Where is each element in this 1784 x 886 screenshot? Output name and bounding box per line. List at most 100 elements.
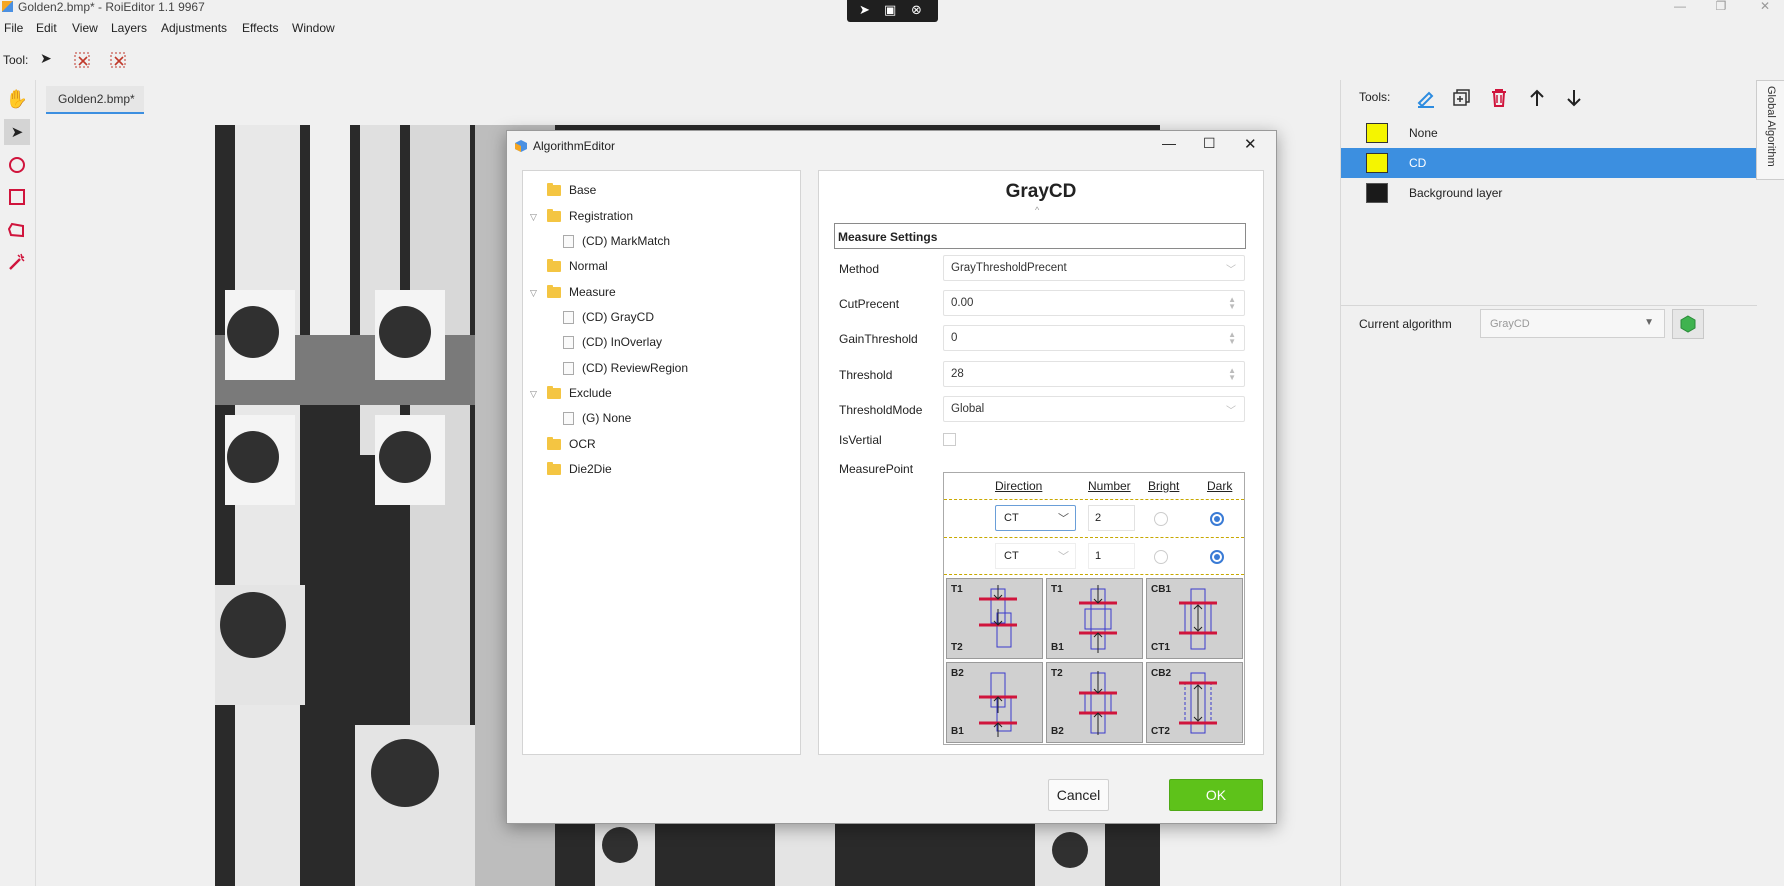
measure-preset-cb2-ct2[interactable]: CB2 CT2 (1146, 662, 1243, 743)
tree-node-normal[interactable]: Normal (547, 256, 608, 276)
tree-node-reviewregion[interactable]: (CD) ReviewRegion (563, 358, 688, 378)
app-icon (2, 1, 13, 12)
number-spinbox[interactable]: 1 (1088, 543, 1135, 569)
app-icon (515, 140, 527, 152)
tree-node-label: (CD) InOverlay (582, 335, 663, 349)
menu-adjustments[interactable]: Adjustments (161, 21, 227, 35)
folder-icon (547, 284, 561, 298)
polygon-tool-icon[interactable] (4, 217, 30, 243)
send-icon[interactable]: ➤ (859, 2, 870, 18)
close-dialog-icon[interactable]: ✕ (1244, 135, 1257, 153)
preset-bottom-label: B2 (1051, 726, 1064, 737)
delete-icon[interactable] (1489, 88, 1509, 108)
cutprecent-spinbox[interactable]: 0.00 ▲ ▼ (943, 290, 1245, 316)
algorithm-title: GrayCD (1005, 181, 1077, 202)
dark-radio[interactable] (1210, 512, 1224, 526)
direction-select[interactable]: CT ﹀ (995, 543, 1076, 569)
restore-icon[interactable]: ❐ (1706, 0, 1736, 14)
algorithm-apply-button[interactable] (1672, 309, 1704, 339)
cancel-button[interactable]: Cancel (1048, 779, 1109, 811)
layer-row-cd[interactable]: CD (1341, 148, 1757, 178)
layer-row-background[interactable]: Background layer (1341, 178, 1757, 208)
layer-row-none[interactable]: None (1341, 118, 1757, 148)
menu-layers[interactable]: Layers (111, 21, 147, 35)
tree-node-measure[interactable]: Measure (547, 282, 616, 302)
dark-radio[interactable] (1210, 550, 1224, 564)
maximize-icon[interactable]: ☐ (1203, 135, 1216, 152)
close-window-icon[interactable]: ✕ (1750, 0, 1780, 14)
ellipse-tool-icon[interactable] (4, 152, 30, 178)
expand-caret-icon[interactable]: ▽ (530, 288, 537, 299)
move-up-icon[interactable] (1527, 88, 1547, 108)
divider (1341, 305, 1757, 306)
algorithm-tree: Base ▽ Registration (CD) MarkMatch Norma… (522, 170, 801, 755)
tree-node-base[interactable]: Base (547, 180, 596, 200)
bright-radio[interactable] (1154, 550, 1168, 564)
screen-icon[interactable]: ▣ (884, 2, 896, 18)
tree-node-inoverlay[interactable]: (CD) InOverlay (563, 332, 662, 352)
tool-options-bar: Tool: ➤ (0, 44, 1784, 76)
tree-node-exclude[interactable]: Exclude (547, 383, 612, 403)
move-down-icon[interactable] (1564, 88, 1584, 108)
chevron-down-icon: ﹀ (1226, 265, 1236, 276)
expand-caret-icon[interactable]: ▽ (530, 389, 537, 400)
global-algorithm-side-tab[interactable]: Global Algorithm (1756, 80, 1784, 180)
tree-node-markmatch[interactable]: (CD) MarkMatch (563, 231, 670, 251)
method-value: GrayThresholdPrecent (951, 262, 1067, 274)
collapse-caret-icon[interactable]: ^ (1035, 205, 1039, 215)
menu-bar: File Edit View Layers Adjustments Effect… (0, 18, 1784, 40)
clear-selection-icon[interactable] (74, 52, 92, 70)
add-layer-icon[interactable] (1452, 88, 1472, 108)
spinner-icon[interactable]: ▲ ▼ (1228, 367, 1236, 382)
method-select[interactable]: GrayThresholdPrecent ﹀ (943, 255, 1245, 281)
tree-node-die2die[interactable]: Die2Die (547, 459, 612, 479)
menu-effects[interactable]: Effects (242, 21, 278, 35)
document-tab[interactable]: Golden2.bmp* (46, 86, 144, 114)
tree-node-registration[interactable]: Registration (547, 206, 633, 226)
minimize-icon[interactable]: — (1665, 0, 1695, 14)
gainthreshold-spinbox[interactable]: 0 ▲ ▼ (943, 325, 1245, 351)
measure-preset-cb1-ct1[interactable]: CB1 CT1 (1146, 578, 1243, 659)
tree-node-label: (CD) GrayCD (582, 310, 654, 324)
tree-node-g-none[interactable]: (G) None (563, 408, 631, 428)
direction-value: CT (1004, 550, 1019, 562)
hand-icon[interactable]: ✋ (4, 86, 30, 112)
menu-file[interactable]: File (4, 21, 23, 35)
layer-swatch (1366, 153, 1388, 173)
delete-selection-icon[interactable] (110, 52, 128, 70)
magic-wand-icon[interactable] (4, 249, 30, 275)
col-direction: Direction (995, 479, 1043, 493)
menu-view[interactable]: View (72, 21, 98, 35)
rectangle-tool-icon[interactable] (4, 184, 30, 210)
spinner-icon[interactable]: ▲ ▼ (1228, 296, 1236, 311)
spinner-icon[interactable]: ▲ ▼ (1228, 331, 1236, 346)
edit-icon[interactable] (1416, 88, 1436, 108)
menu-window[interactable]: Window (292, 21, 335, 35)
tree-node-graycd[interactable]: (CD) GrayCD (563, 307, 654, 327)
thresholdmode-select[interactable]: Global ﹀ (943, 396, 1245, 422)
measure-preset-t1-t2[interactable]: T1 T2 (946, 578, 1043, 659)
folder-icon (547, 461, 561, 475)
measure-preset-t1-b1[interactable]: T1 B1 (1046, 578, 1143, 659)
chevron-down-icon: ﹀ (1058, 551, 1069, 563)
direction-select[interactable]: CT ﹀ (995, 505, 1076, 531)
number-spinbox[interactable]: 2 (1088, 505, 1135, 531)
tree-node-ocr[interactable]: OCR (547, 434, 596, 454)
minimize-icon[interactable]: — (1162, 135, 1176, 151)
isvertial-checkbox[interactable] (943, 433, 956, 446)
close-circle-icon[interactable]: ⊗ (911, 2, 922, 18)
pointer-icon[interactable]: ➤ (40, 50, 52, 67)
chevron-down-icon: ﹀ (1058, 513, 1069, 525)
menu-edit[interactable]: Edit (36, 21, 57, 35)
chevron-down-icon: ﹀ (1226, 406, 1236, 417)
measure-preset-b2-b1[interactable]: B2 B1 (946, 662, 1043, 743)
current-algorithm-select[interactable]: GrayCD ▼ (1480, 309, 1665, 338)
threshold-spinbox[interactable]: 28 ▲ ▼ (943, 361, 1245, 387)
gainthreshold-label: GainThreshold (839, 332, 918, 346)
measure-preset-t2-b2[interactable]: T2 B2 (1046, 662, 1143, 743)
select-arrow-icon[interactable]: ➤ (4, 119, 30, 145)
expand-caret-icon[interactable]: ▽ (530, 212, 537, 223)
bright-radio[interactable] (1154, 512, 1168, 526)
ok-button[interactable]: OK (1169, 779, 1263, 811)
measure-diagram-icon (1079, 585, 1117, 653)
